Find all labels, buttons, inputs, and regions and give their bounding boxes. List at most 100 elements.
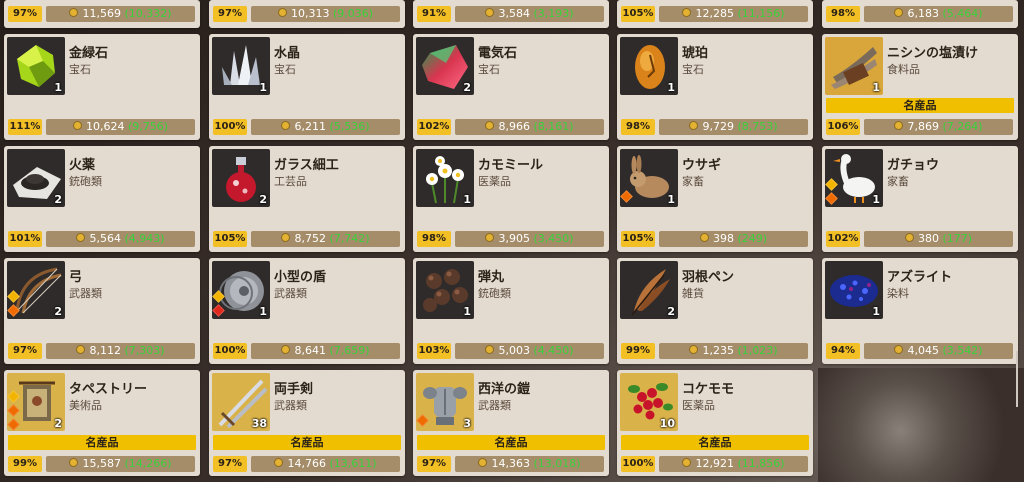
price-bar: 3,584 (3,193) [455,6,604,22]
item-name: 西洋の鎧 [478,382,531,397]
coin-icon [894,345,904,354]
coin-icon [682,458,692,467]
item-category: 工芸品 [274,175,307,188]
item-card[interactable]: 1 琥珀 宝石 98% 9,729 (8,753) [617,34,813,140]
item-quantity: 1 [259,81,267,94]
price-percent: 97% [213,456,247,472]
coin-icon [894,121,904,130]
item-name: 弓 [69,270,83,285]
coin-icon [281,345,291,354]
item-card[interactable]: 3 西洋の鎧 武器類 名産品 97% 14,363 (13,018) [413,370,609,476]
item-category: 医薬品 [682,399,715,412]
price-bar: 14,363 (13,018) [455,456,604,472]
item-name: 両手剣 [274,382,314,397]
rarity-badges [7,290,20,320]
item-card[interactable]: 2 羽根ペン 雑貨 99% 1,235 (1,023) [617,258,813,364]
specialty-label: 名産品 [826,98,1014,113]
coin-icon [281,233,291,242]
compare-price: (177) [942,232,973,245]
item-category: 美術品 [69,399,102,412]
item-card-partial[interactable]: 91% 3,584 (3,193) [413,0,609,28]
price-bar: 9,729 (8,753) [659,119,808,135]
background-scenery [818,368,1024,482]
item-name: 琥珀 [682,46,709,61]
item-card[interactable]: 2 火薬 銃砲類 101% 5,564 (4,943) [4,146,200,252]
item-card-partial[interactable]: 105% 12,285 (11,156) [617,0,813,28]
price-bar: 8,112 (7,303) [46,343,195,359]
compare-price: (14,266) [124,457,172,470]
item-quantity: 1 [463,193,471,206]
tourmaline-icon: 2 [416,37,474,95]
item-category: 家畜 [682,175,704,188]
coin-icon [274,458,284,467]
price-percent: 97% [8,6,42,22]
rarity-badges [825,178,838,208]
price-value: 14,766 [287,457,326,470]
item-card-partial[interactable]: 97% 10,313 (9,036) [209,0,405,28]
price-percent: 102% [826,231,860,247]
price-value: 1,235 [702,344,734,357]
price-bar: 12,921 (11,856) [659,456,808,472]
item-name: アズライト [887,270,953,285]
price-value: 3,905 [498,232,530,245]
coin-icon [485,345,495,354]
price-bar: 7,869 (7,264) [864,119,1013,135]
item-card[interactable]: 1 金緑石 宝石 111% 10,624 (9,756) [4,34,200,140]
rarity-badge [416,414,429,427]
item-name: カモミール [478,158,544,173]
item-category: 染料 [887,287,909,300]
item-card[interactable]: 1 カモミール 医薬品 98% 3,905 (3,450) [413,146,609,252]
price-percent: 105% [213,231,247,247]
compare-price: (3,450) [533,232,574,245]
price-percent: 111% [8,119,42,135]
gunpowder-icon: 2 [7,149,65,207]
item-card[interactable]: 1 アズライト 染料 94% 4,045 (3,542) [822,258,1018,364]
rarity-badges [212,290,225,320]
coin-icon [277,8,287,17]
item-card[interactable]: 2 ガラス細工 工芸品 105% 8,752 (7,742) [209,146,405,252]
item-name: 水晶 [274,46,301,61]
scrollbar[interactable] [1016,351,1018,407]
price-percent: 99% [8,456,42,472]
item-card[interactable]: 2 電気石 宝石 102% 8,966 (8,161) [413,34,609,140]
item-card[interactable]: 38 両手剣 武器類 名産品 97% 14,766 (13,611) [209,370,405,476]
compare-price: (4,450) [533,344,574,357]
item-card-partial[interactable]: 98% 6,183 (5,464) [822,0,1018,28]
price-value: 10,313 [290,7,330,20]
item-name: 小型の盾 [274,270,327,285]
item-category: 銃砲類 [69,175,102,188]
price-percent: 98% [417,231,451,247]
item-card[interactable]: 2 弓 武器類 97% 8,112 (7,303) [4,258,200,364]
price-value: 8,966 [498,120,530,133]
item-quantity: 1 [872,305,880,318]
coin-icon [69,8,79,17]
price-value: 8,752 [294,232,326,245]
item-quantity: 1 [667,81,675,94]
compare-price: (7,303) [124,344,165,357]
price-value: 5,003 [498,344,530,357]
coin-icon [682,8,692,17]
item-card-partial[interactable]: 97% 11,569 (10,332) [4,0,200,28]
price-percent: 100% [213,343,247,359]
coin-icon [76,233,86,242]
price-bar: 8,966 (8,161) [455,119,604,135]
price-value: 380 [917,232,939,245]
coin-icon [281,121,291,130]
item-card[interactable]: 1 ニシンの塩漬け 食料品 名産品 106% 7,869 (7,264) [822,34,1018,140]
price-percent: 91% [417,6,451,22]
price-value: 6,211 [294,120,326,133]
price-percent: 99% [621,343,655,359]
specialty-label: 名産品 [213,435,401,450]
rarity-badge [212,304,225,317]
price-bar: 5,003 (4,450) [455,343,604,359]
item-name: コケモモ [682,382,735,397]
item-card[interactable]: 1 弾丸 銃砲類 103% 5,003 (4,450) [413,258,609,364]
item-card[interactable]: 10 コケモモ 医薬品 名産品 100% 12,921 (11,856) [617,370,813,476]
item-card[interactable]: 1 水晶 宝石 100% 6,211 (5,536) [209,34,405,140]
item-card[interactable]: 1 ウサギ 家畜 105% 398 (249) [617,146,813,252]
item-card[interactable]: 1 小型の盾 武器類 100% 8,641 (7,659) [209,258,405,364]
item-card[interactable]: 2 タペストリー 美術品 名産品 99% 15,587 (14,266) [4,370,200,476]
compare-price: (7,659) [329,344,370,357]
item-card[interactable]: 1 ガチョウ 家畜 102% 380 (177) [822,146,1018,252]
compare-price: (11,856) [737,457,785,470]
